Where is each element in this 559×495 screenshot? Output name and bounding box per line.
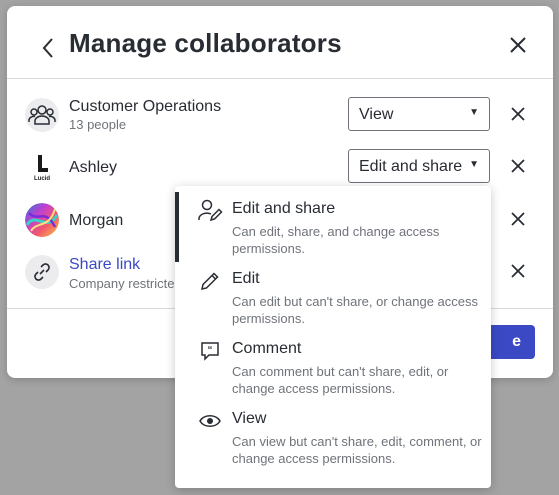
group-avatar [25,98,59,132]
menu-item-edit[interactable]: Edit Can edit but can't share, or change… [175,262,491,332]
lucid-logo-icon: Lucid [34,155,50,182]
menu-item-view[interactable]: View Can view but can't share, edit, com… [175,402,491,488]
caret-down-icon: ▼ [469,107,479,118]
close-icon [511,264,525,278]
remove-collaborator-button[interactable] [507,155,529,177]
permission-select-value: Edit and share [359,158,463,175]
header-divider [7,78,553,79]
dialog-title: Manage collaborators [69,28,342,58]
chevron-left-icon [42,38,53,58]
svg-text:Lucid: Lucid [34,176,50,182]
avatar-image [25,203,59,237]
share-link-subtitle: Company restricted [69,276,182,291]
collaborator-row-customer-operations: Customer Operations 13 people View ▼ [7,95,553,135]
link-icon [34,263,50,281]
share-link[interactable]: Share link [69,256,140,274]
link-avatar [25,255,59,289]
collaborator-name: Ashley [69,159,118,176]
collaborator-row-ashley: Lucid Ashley Edit and share ▼ [7,147,553,187]
collaborator-name: Customer Operations [69,98,222,115]
comment-icon: “ [197,338,223,364]
menu-item-description: Can edit, share, and change access permi… [232,224,440,256]
permission-dropdown-menu: Edit and share Can edit, share, and chan… [175,186,491,488]
remove-share-link-button[interactable] [507,260,529,282]
remove-collaborator-button[interactable] [507,208,529,230]
back-button[interactable] [33,33,63,63]
pencil-icon [197,268,223,294]
menu-item-title: Edit [232,270,260,287]
svg-text:“: “ [208,345,213,356]
remove-collaborator-button[interactable] [507,103,529,125]
menu-item-edit-and-share[interactable]: Edit and share Can edit, share, and chan… [175,192,491,262]
permission-select-customer-operations[interactable]: View ▼ [348,97,490,131]
permission-select-ashley[interactable]: Edit and share ▼ [348,149,490,183]
permission-select-value: View [359,106,394,123]
close-dialog-button[interactable] [503,30,533,60]
eye-icon [197,408,223,434]
menu-item-description: Can view but can't share, edit, comment,… [232,434,482,466]
lucid-logo-avatar: Lucid [25,150,59,184]
group-icon [28,105,56,125]
menu-item-comment[interactable]: “ Comment Can comment but can't share, e… [175,332,491,402]
close-icon [511,212,525,226]
menu-item-description: Can edit but can't share, or change acce… [232,294,479,326]
primary-button-label: e [512,333,521,350]
menu-item-title: View [232,410,267,427]
caret-down-icon: ▼ [469,159,479,170]
close-icon [510,37,526,53]
close-icon [511,159,525,173]
collaborator-name: Morgan [69,212,124,229]
menu-item-title: Edit and share [232,200,336,217]
menu-item-title: Comment [232,340,302,357]
user-edit-icon [197,198,223,224]
close-icon [511,107,525,121]
menu-item-description: Can comment but can't share, edit, or ch… [232,364,449,396]
collaborator-subtitle: 13 people [69,117,127,132]
